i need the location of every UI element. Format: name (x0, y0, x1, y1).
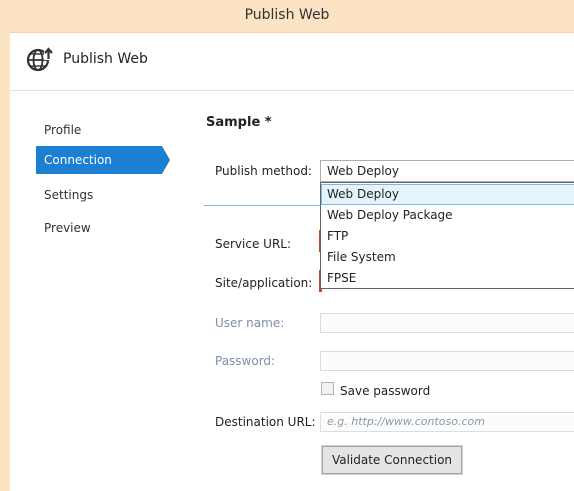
sidebar-item-connection[interactable]: Connection (36, 146, 162, 174)
dialog-title: Publish Web (63, 51, 148, 67)
password-field[interactable] (320, 351, 574, 371)
profile-name: Sample * (206, 115, 272, 130)
dropdown-option-fpse[interactable]: FPSE (321, 268, 574, 289)
sidebar-item-label: Connection (44, 153, 112, 167)
sidebar-item-preview[interactable]: Preview (36, 214, 162, 242)
validate-connection-button[interactable]: Validate Connection (321, 445, 463, 475)
publish-method-label: Publish method: (215, 164, 312, 178)
window-title-bar: Publish Web (0, 0, 574, 33)
globe-upload-icon (26, 47, 53, 72)
sidebar-item-settings[interactable]: Settings (36, 181, 162, 209)
publish-method-dropdown: Web Deploy Web Deploy Package FTP File S… (320, 182, 574, 289)
header-divider (10, 90, 574, 91)
user-name-field[interactable] (320, 313, 574, 333)
user-name-label: User name: (215, 316, 285, 330)
dialog-header: Publish Web (10, 33, 574, 89)
sidebar-item-label: Preview (44, 221, 91, 235)
dropdown-option-file-system[interactable]: File System (321, 247, 574, 268)
sidebar-item-label: Settings (44, 188, 94, 202)
publish-method-select[interactable]: Web Deploy (320, 160, 574, 182)
destination-url-field[interactable]: e.g. http://www.contoso.com (320, 412, 574, 432)
sidebar-item-label: Profile (44, 123, 82, 137)
sidebar-item-profile[interactable]: Profile (36, 116, 162, 144)
site-application-label: Site/application: (215, 276, 313, 290)
dropdown-option-web-deploy-package[interactable]: Web Deploy Package (321, 205, 574, 226)
save-password-label: Save password (340, 384, 431, 398)
section-divider (204, 205, 322, 206)
window-title: Publish Web (244, 7, 330, 23)
password-label: Password: (215, 354, 276, 368)
service-url-label: Service URL: (215, 237, 292, 251)
dropdown-option-ftp[interactable]: FTP (321, 226, 574, 247)
window-frame-left (0, 32, 10, 491)
save-password-checkbox[interactable] (321, 382, 334, 395)
dropdown-option-web-deploy[interactable]: Web Deploy (321, 184, 574, 205)
active-item-pointer (162, 146, 170, 174)
destination-url-label: Destination URL: (215, 415, 316, 429)
